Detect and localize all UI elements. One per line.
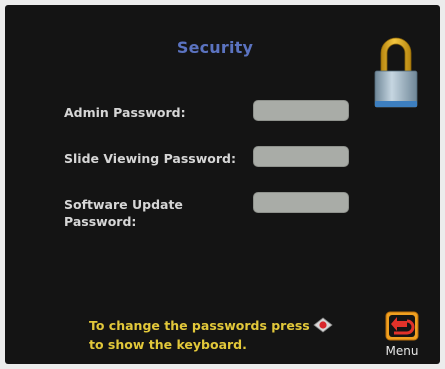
slide-viewing-password-label: Slide Viewing Password: — [64, 151, 236, 166]
security-screen: Security Admin Password: Slide Viewing P… — [5, 5, 440, 364]
return-arrow-icon — [385, 311, 419, 341]
hint-line-2: to show the keyboard. — [89, 337, 247, 352]
page-title: Security — [176, 38, 254, 57]
admin-password-label: Admin Password: — [64, 105, 186, 120]
software-update-password-label: Software Update Password: — [64, 197, 183, 229]
admin-password-field[interactable] — [253, 100, 349, 121]
hint-line-1: To change the passwords press — [89, 318, 310, 333]
menu-button[interactable]: Menu — [381, 311, 423, 363]
menu-label: Menu — [385, 344, 419, 358]
keyboard-hint: To change the passwords press to show th… — [89, 316, 333, 354]
dpad-select-icon — [313, 316, 333, 333]
slide-viewing-password-field[interactable] — [253, 146, 349, 167]
software-update-password-field[interactable] — [253, 192, 349, 213]
padlock-icon — [374, 37, 418, 108]
